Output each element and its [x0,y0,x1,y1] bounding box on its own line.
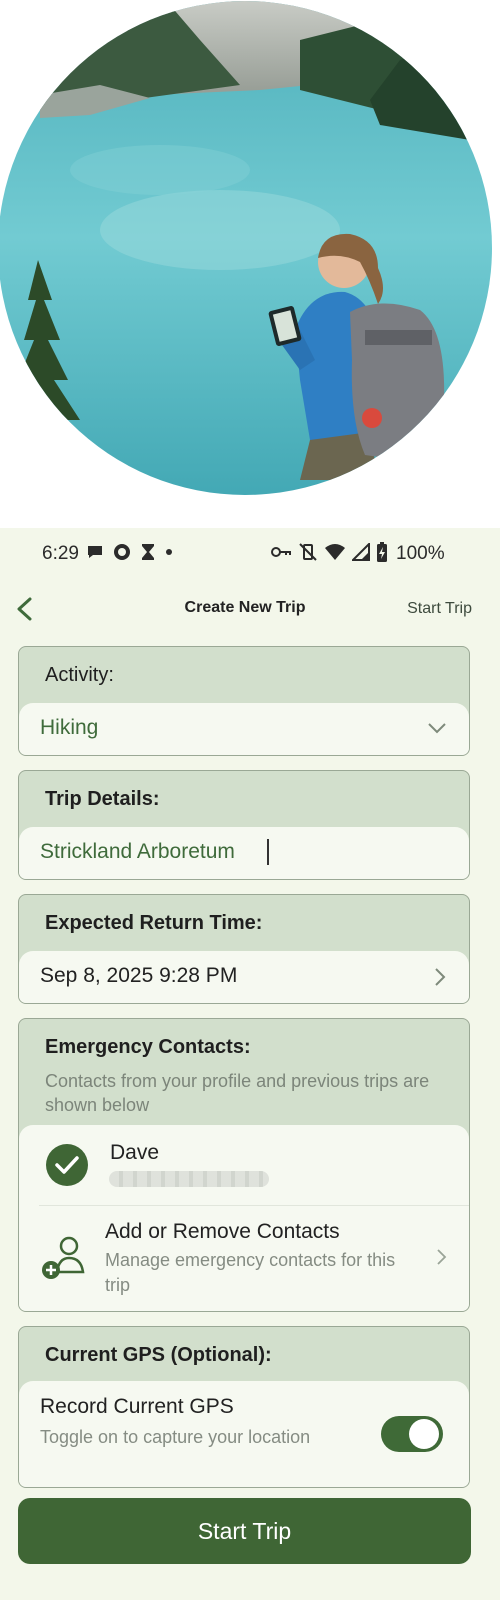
toggle-knob [409,1419,439,1449]
contacts-list: Dave Add or Remove Contacts Manage emerg… [19,1125,469,1311]
gps-toggle[interactable] [381,1416,443,1452]
battery-icon [377,542,387,562]
gear-badge-icon [114,544,130,560]
emergency-contacts-label: Emergency Contacts: [45,1036,251,1058]
hiker-lake-photo [0,1,492,495]
hero-image [0,0,500,528]
trip-details-value: Strickland Arboretum [40,840,235,863]
status-bar: 6:29 100% [0,528,500,578]
signal-icon [352,543,370,561]
return-time-label: Expected Return Time: [45,912,263,934]
add-person-icon [42,1236,85,1279]
contact-name: Dave [110,1141,160,1164]
vibrate-off-icon [299,543,317,561]
top-app-bar: Create New Trip Start Trip [0,584,500,634]
emergency-contacts-hint: Contacts from your profile and previous … [45,1071,430,1115]
gps-row: Record Current GPS Toggle on to capture … [19,1381,469,1487]
hourglass-icon [142,544,154,560]
chevron-right-icon [435,968,446,986]
check-circle-icon[interactable] [45,1143,89,1187]
manage-contacts-title: Add or Remove Contacts [105,1220,340,1243]
gps-card: Current GPS (Optional): Record Current G… [18,1326,470,1488]
start-trip-link[interactable]: Start Trip [407,600,472,618]
trip-details-input[interactable]: Strickland Arboretum [19,827,469,879]
activity-card: Activity: Hiking [18,646,470,756]
text-cursor [267,839,269,865]
gps-subtitle: Toggle on to capture your location [40,1427,311,1447]
contact-phone-redacted [109,1171,269,1187]
wifi-icon [325,544,345,560]
activity-label: Activity: [45,664,114,686]
dot-icon [166,549,172,555]
return-time-picker[interactable]: Sep 8, 2025 9:28 PM [19,951,469,1003]
manage-contacts-subtitle: Manage emergency contacts for this trip [105,1250,396,1295]
chevron-down-icon [428,723,446,734]
gps-label: Current GPS (Optional): [45,1344,272,1366]
return-time-card: Expected Return Time: Sep 8, 2025 9:28 P… [18,894,470,1004]
return-time-value: Sep 8, 2025 9:28 PM [40,964,238,987]
start-trip-button[interactable]: Start Trip [18,1498,471,1564]
trip-details-card: Trip Details: Strickland Arboretum [18,770,470,880]
gps-title: Record Current GPS [40,1395,234,1418]
chat-bubble-icon [88,546,102,558]
chevron-right-icon [437,1249,447,1265]
app-screen: 6:29 100% Create New Trip Start Trip Act… [0,528,500,1600]
trip-details-label: Trip Details: [45,788,160,810]
status-time: 6:29 [42,543,79,564]
contact-row[interactable]: Dave [19,1125,469,1205]
manage-contacts-row[interactable]: Add or Remove Contacts Manage emergency … [19,1206,469,1311]
activity-value: Hiking [40,716,99,739]
battery-percent: 100% [396,543,445,564]
activity-select[interactable]: Hiking [19,703,469,755]
emergency-contacts-card: Emergency Contacts: Contacts from your p… [18,1018,470,1312]
key-icon [271,547,291,557]
